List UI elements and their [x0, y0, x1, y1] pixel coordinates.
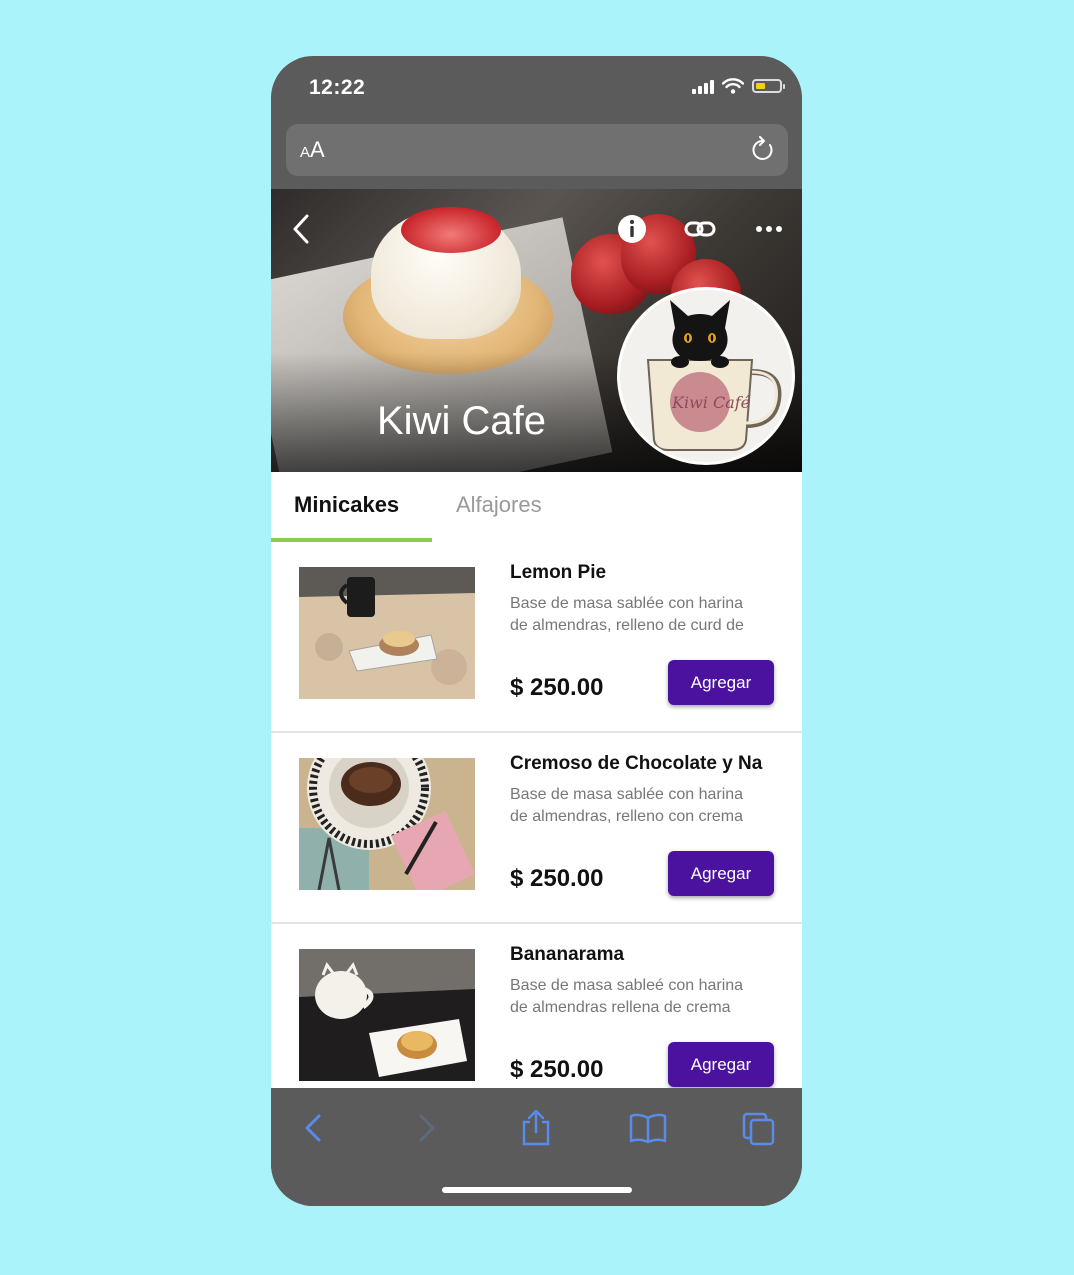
cellular-signal-icon: [692, 78, 714, 94]
tab-alfajores[interactable]: Alfajores: [456, 492, 542, 518]
browser-forward-icon[interactable]: [415, 1108, 439, 1148]
browser-back-icon[interactable]: [301, 1108, 325, 1148]
add-button[interactable]: Agregar: [668, 660, 774, 705]
product-name: Cremoso de Chocolate y Na: [510, 753, 763, 774]
product-price: $ 250.00: [510, 674, 604, 701]
status-time: 12:22: [309, 76, 366, 99]
text-size-button[interactable]: AA: [300, 137, 325, 163]
product-card-cremoso-chocolate[interactable]: Cremoso de Chocolate y Na Base de masa s…: [271, 733, 802, 922]
product-name: Bananarama: [510, 944, 625, 965]
product-description: Base de masa sableé con harina de almend…: [510, 977, 744, 1016]
address-bar[interactable]: AA: [286, 124, 788, 176]
phone-frame: 12:22 AA Kiwi Cafe Kiwi Café Minicakes A…: [271, 56, 802, 1206]
tabs-icon[interactable]: [741, 1108, 777, 1148]
product-image: [299, 949, 475, 1081]
bookmarks-icon[interactable]: [628, 1108, 668, 1148]
cafe-title: Kiwi Cafe: [377, 399, 546, 443]
status-bar: 12:22: [271, 56, 802, 122]
product-description: Base de masa sablée con harina de almend…: [510, 595, 744, 634]
category-tabs: Minicakes Alfajores: [271, 472, 802, 542]
tab-minicakes[interactable]: Minicakes: [294, 492, 399, 518]
browser-toolbar: [271, 1088, 802, 1206]
cafe-logo: Kiwi Café: [617, 287, 795, 465]
product-price: $ 250.00: [510, 865, 604, 892]
wifi-icon: [722, 78, 744, 94]
product-description: Base de masa sablée con harina de almend…: [510, 786, 744, 825]
back-arrow-icon[interactable]: [291, 213, 313, 245]
cafe-hero-banner: Kiwi Cafe Kiwi Café: [271, 189, 802, 472]
home-indicator: [442, 1187, 632, 1193]
status-icons: [692, 78, 785, 94]
info-icon[interactable]: [616, 213, 648, 245]
battery-icon: [752, 79, 785, 93]
page-content: Kiwi Cafe Kiwi Café Minicakes Alfajores …: [271, 189, 802, 1088]
add-button[interactable]: Agregar: [668, 851, 774, 896]
product-card-lemon-pie[interactable]: Lemon Pie Base de masa sablée con harina…: [271, 542, 802, 731]
logo-text: Kiwi Café: [672, 393, 751, 412]
reload-icon[interactable]: [750, 136, 776, 164]
product-price: $ 250.00: [510, 1056, 604, 1083]
add-button[interactable]: Agregar: [668, 1042, 774, 1087]
cat-cup-logo-icon: [646, 300, 782, 451]
link-icon[interactable]: [683, 213, 717, 245]
product-card-bananarama[interactable]: Bananarama Base de masa sableé con harin…: [271, 924, 802, 1088]
product-image: [299, 758, 475, 890]
share-icon[interactable]: [520, 1108, 552, 1148]
product-name: Lemon Pie: [510, 562, 607, 583]
more-options-icon[interactable]: [754, 213, 784, 245]
product-image: [299, 567, 475, 699]
